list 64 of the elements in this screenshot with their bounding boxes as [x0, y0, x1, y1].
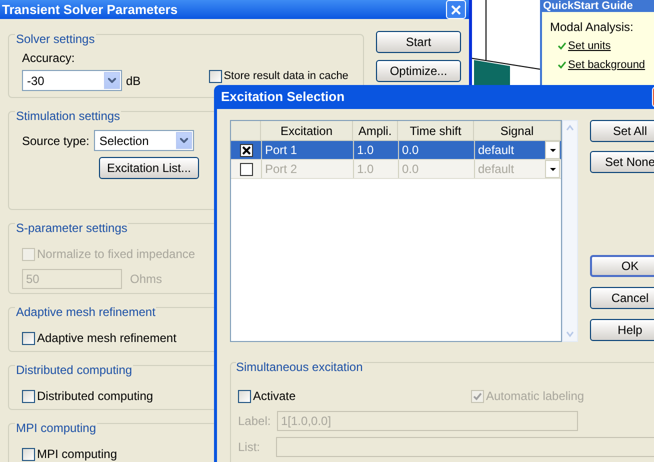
group-title: S-parameter settings — [15, 221, 128, 235]
push-button[interactable]: OK — [590, 255, 654, 277]
column-header[interactable]: Signal — [474, 121, 561, 140]
group-title: Distributed computing — [15, 363, 134, 377]
table-cell: Port 2 — [261, 160, 353, 178]
list-field[interactable] — [276, 437, 654, 457]
table-cell: 1.0 — [353, 141, 398, 159]
push-button[interactable]: Help — [590, 319, 654, 341]
push-button[interactable]: Set All — [590, 120, 654, 142]
guide-link[interactable]: Set units — [568, 38, 611, 54]
panel-title: QuickStart Guide — [542, 0, 634, 12]
checkbox[interactable] — [22, 448, 35, 460]
table-row[interactable]: Port 1 1.0 0.0 default — [231, 141, 561, 160]
field-label: Label: — [238, 413, 272, 430]
guide-link[interactable]: Set background — [568, 56, 646, 73]
caret-icon[interactable] — [545, 160, 560, 178]
column-header[interactable]: Excitation — [261, 121, 353, 140]
close-icon — [451, 4, 461, 14]
group-title: Simultaneous excitation — [236, 360, 363, 374]
caret-icon — [104, 72, 120, 89]
field-label: Source type: — [22, 132, 90, 150]
checkbox[interactable] — [22, 390, 35, 402]
group-title: Adaptive mesh refinement — [15, 305, 156, 319]
checkbox[interactable] — [238, 390, 251, 402]
caret-icon[interactable] — [545, 141, 560, 159]
section-heading: Modal Analysis: — [550, 19, 634, 36]
checkbox[interactable] — [22, 332, 35, 344]
dialog-title: Excitation Selection — [221, 88, 345, 106]
field-label: List: — [238, 439, 262, 456]
group-title: Solver settings — [15, 32, 96, 46]
table-cell: 1.0 — [353, 160, 398, 178]
table-cell: 0.0 — [398, 160, 474, 178]
accuracy-dropdown[interactable]: -30 — [22, 70, 122, 91]
table-cell: Port 1 — [261, 141, 353, 159]
checkbox-label: Adaptive mesh refinement — [37, 330, 176, 347]
group-title: MPI computing — [15, 421, 98, 435]
checkbox-label: Activate — [253, 388, 296, 405]
push-button[interactable]: Start — [376, 31, 461, 53]
window-title: Transient Solver Parameters — [2, 0, 178, 19]
push-button[interactable]: Excitation List... — [99, 157, 199, 179]
group-title: Stimulation settings — [15, 109, 122, 123]
field-label: Accuracy: — [22, 50, 76, 67]
checkbox-label: Distributed computing — [37, 388, 154, 405]
caret-icon — [176, 132, 192, 149]
check-icon — [558, 60, 566, 69]
checkbox[interactable] — [208, 70, 222, 83]
row-checkbox[interactable] — [240, 162, 252, 176]
push-button[interactable]: Optimize... — [376, 60, 461, 82]
row-checkbox[interactable] — [240, 144, 252, 156]
source-type-dropdown[interactable]: Selection — [94, 130, 194, 151]
checkbox-label: Normalize to fixed impedance — [37, 246, 196, 263]
column-header[interactable]: Time shift — [398, 121, 474, 140]
checkbox-label: MPI computing — [37, 446, 118, 462]
unit-label: Ohms — [130, 271, 162, 288]
check-icon — [473, 392, 482, 400]
checkbox-label: Store result data in cache — [224, 70, 348, 83]
cross-icon — [242, 146, 250, 154]
checkbox-label: Automatic labeling — [486, 388, 584, 405]
unit-label: dB — [126, 72, 141, 90]
column-header[interactable]: Ampli. — [353, 121, 398, 140]
push-button[interactable]: Cancel — [590, 287, 654, 309]
table-cell: 0.0 — [398, 141, 474, 159]
close-button[interactable] — [446, 0, 466, 19]
check-icon — [558, 42, 566, 50]
